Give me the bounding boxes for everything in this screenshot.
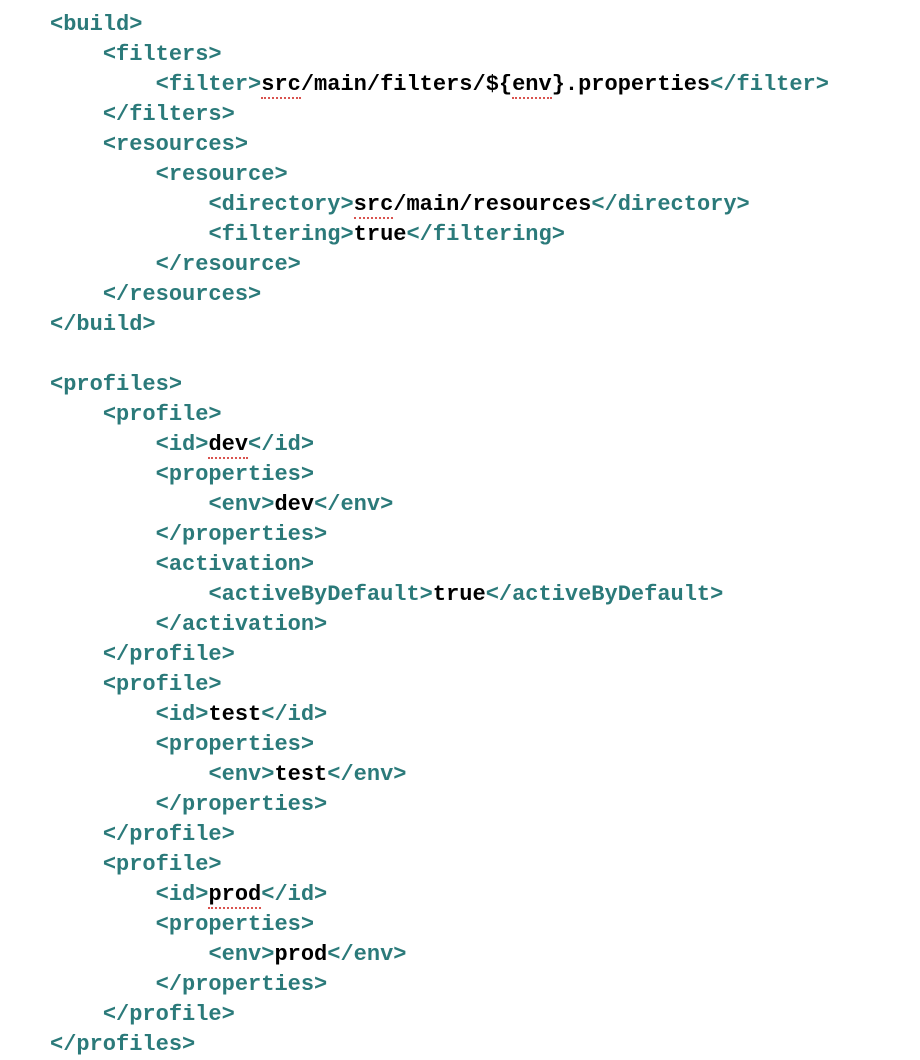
tag-filtering-open: <filtering> [208,222,353,247]
tag-filters-open: <filters> [103,42,222,67]
tag-properties-close-2: </properties> [156,792,328,817]
tag-filtering-close: </filtering> [406,222,564,247]
tag-properties-open-2: <properties> [156,732,314,757]
tag-profile-open-1: <profile> [103,402,222,427]
text-filter-env: env [512,72,552,99]
tag-properties-open-3: <properties> [156,912,314,937]
tag-filter-open: <filter> [156,72,262,97]
tag-activation-open: <activation> [156,552,314,577]
tag-build-close: </build> [50,312,156,337]
text-activebydefault-val: true [433,582,486,607]
tag-directory-open: <directory> [208,192,353,217]
tag-profiles-open: <profiles> [50,372,182,397]
text-directory-rest: /main/resources [393,192,591,217]
tag-activebydefault-open: <activeByDefault> [208,582,432,607]
text-env-prod: prod [274,942,327,967]
tag-env-close-3: </env> [327,942,406,967]
tag-properties-close-3: </properties> [156,972,328,997]
text-directory-src: src [354,192,394,219]
tag-id-open-1: <id> [156,432,209,457]
tag-profile-open-3: <profile> [103,852,222,877]
text-id-test: test [208,702,261,727]
text-filtering-val: true [354,222,407,247]
tag-id-open-2: <id> [156,702,209,727]
tag-filter-close: </filter> [710,72,829,97]
text-id-dev: dev [208,432,248,459]
tag-id-close-2: </id> [261,702,327,727]
tag-properties-open-1: <properties> [156,462,314,487]
tag-env-open-2: <env> [208,762,274,787]
tag-properties-close-1: </properties> [156,522,328,547]
tag-profile-close-1: </profile> [103,642,235,667]
text-env-test: test [274,762,327,787]
text-env-dev: dev [274,492,314,517]
tag-env-open-1: <env> [208,492,274,517]
tag-directory-close: </directory> [591,192,749,217]
tag-activebydefault-close: </activeByDefault> [486,582,724,607]
tag-profile-close-2: </profile> [103,822,235,847]
tag-env-close-2: </env> [327,762,406,787]
text-id-prod: prod [208,882,261,909]
tag-resources-close: </resources> [103,282,261,307]
tag-env-open-3: <env> [208,942,274,967]
tag-profile-close-3: </profile> [103,1002,235,1027]
tag-profile-open-2: <profile> [103,672,222,697]
text-filter-src: src [261,72,301,99]
tag-resources-open: <resources> [103,132,248,157]
tag-filters-close: </filters> [103,102,235,127]
tag-build-open: <build> [50,12,142,37]
tag-env-close-1: </env> [314,492,393,517]
code-block: <build> <filters> <filter>src/main/filte… [0,10,920,1060]
tag-id-open-3: <id> [156,882,209,907]
tag-resource-open: <resource> [156,162,288,187]
tag-id-close-1: </id> [248,432,314,457]
text-filter-mid: /main/filters/${ [301,72,512,97]
tag-id-close-3: </id> [261,882,327,907]
tag-activation-close: </activation> [156,612,328,637]
tag-resource-close: </resource> [156,252,301,277]
text-filter-end: }.properties [552,72,710,97]
tag-profiles-close: </profiles> [50,1032,195,1057]
